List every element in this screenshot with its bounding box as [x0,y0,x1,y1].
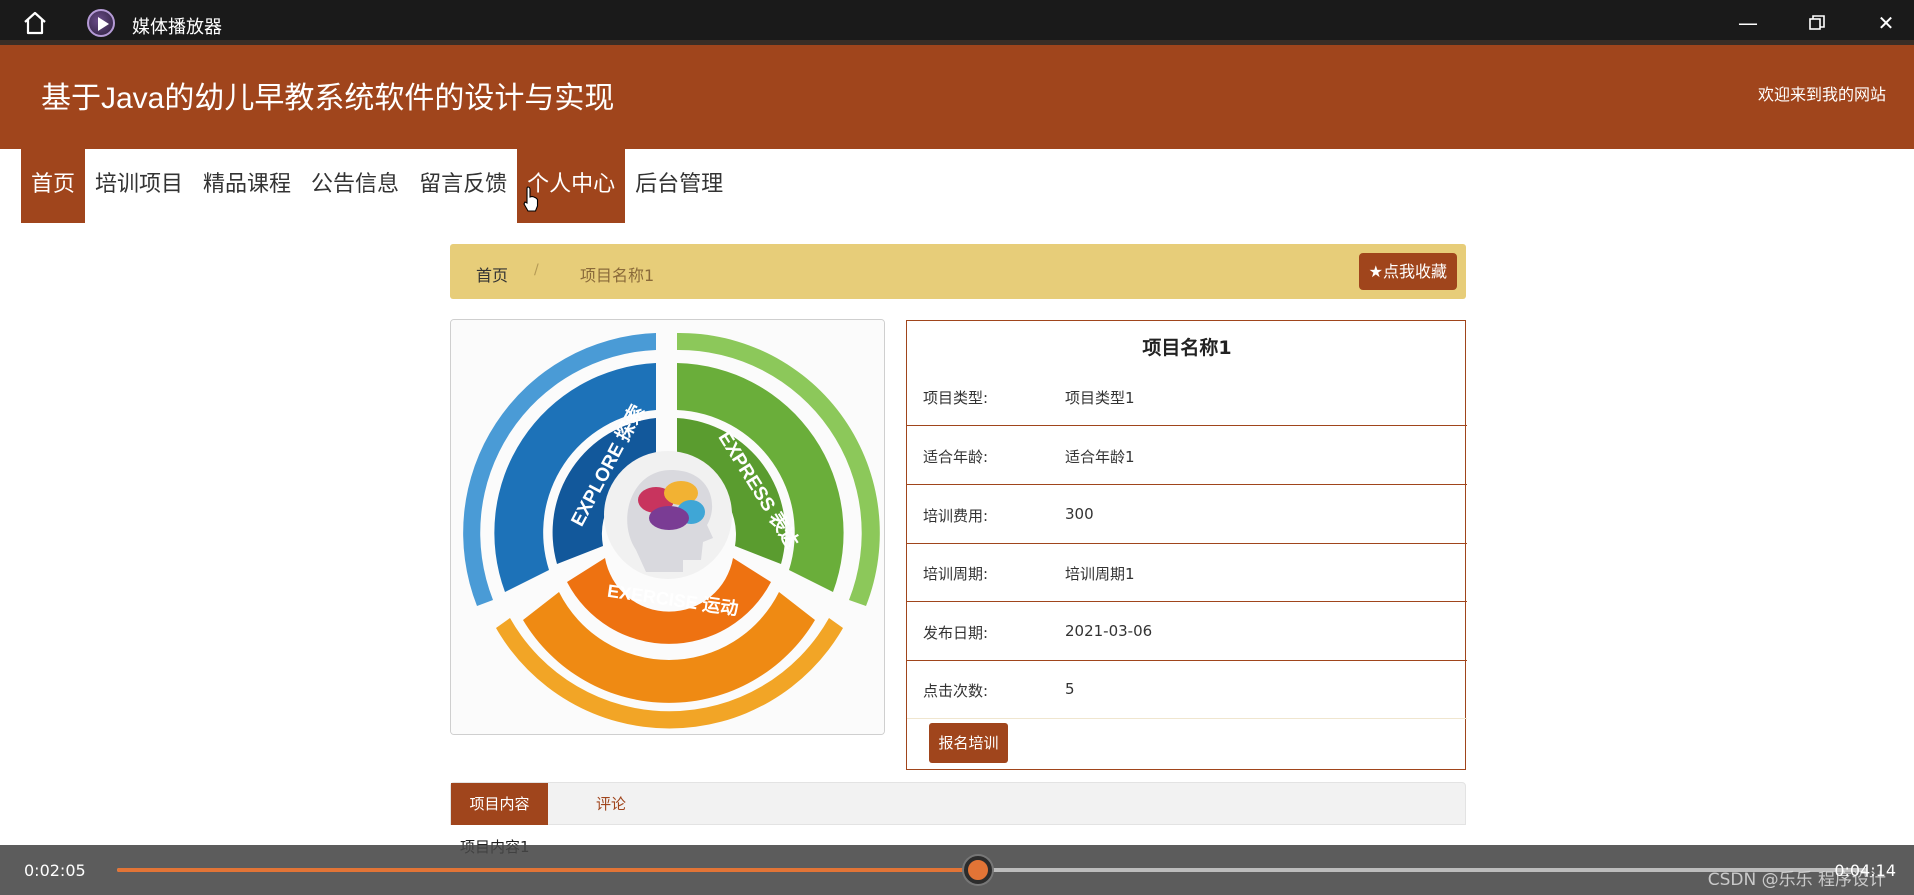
info-row-type: 项目类型: 项目类型1 [907,367,1467,426]
nav-item-courses[interactable]: 精品课程 [193,149,301,223]
total-time: 0:04:14 [1834,861,1896,880]
info-row-period: 培训周期: 培训周期1 [907,543,1467,602]
nav-item-home[interactable]: 首页 [21,149,86,223]
project-image: EXPLORE 探索 EXPRESS 表达 EXERCISE 运动 [450,319,885,735]
tab-project-content[interactable]: 项目内容 [451,783,548,825]
info-value: 培训周期1 [1065,565,1135,583]
favorite-button-label: 点我收藏 [1382,262,1447,281]
info-key: 发布日期: [923,624,989,642]
breadcrumb: 首页 / 项目名称1 ★点我收藏 [450,244,1466,299]
star-icon: ★ [1368,262,1383,281]
window-titlebar: 媒体播放器 — ✕ [0,0,1914,45]
nav-item-notices[interactable]: 公告信息 [301,149,409,223]
seek-bar[interactable] [117,856,1867,884]
seek-bar-progress [117,868,978,872]
nav-item-feedback[interactable]: 留言反馈 [409,149,517,223]
info-value: 2021-03-06 [1065,622,1153,640]
breadcrumb-separator: / [534,262,539,278]
tab-comments[interactable]: 评论 [571,783,651,825]
info-row-clicks: 点击次数: 5 [907,660,1467,719]
info-key: 适合年龄: [923,448,989,466]
current-time: 0:02:05 [24,861,86,880]
breadcrumb-current: 项目名称1 [580,266,655,285]
main-nav: 首页 培训项目 精品课程 公告信息 留言反馈 个人中心 后台管理 [21,149,733,223]
project-title: 项目名称1 [1142,337,1232,359]
education-wheel-graphic: EXPLORE 探索 EXPRESS 表达 EXERCISE 运动 [451,320,884,734]
project-info-panel: 项目名称1 项目类型: 项目类型1 适合年龄: 适合年龄1 培训费用: 300 … [906,320,1467,770]
info-key: 项目类型: [923,389,989,407]
info-row-age: 适合年龄: 适合年龄1 [907,426,1467,485]
content-tabs: 项目内容 评论 [450,782,1466,825]
site-header: 基于Java的幼儿早教系统软件的设计与实现 欢迎来到我的网站 [0,45,1914,149]
home-icon[interactable] [22,11,48,35]
site-title: 基于Java的幼儿早教系统软件的设计与实现 [41,82,615,115]
info-key: 点击次数: [923,682,989,700]
seek-bar-thumb[interactable] [964,856,992,884]
info-value: 适合年龄1 [1065,448,1135,466]
breadcrumb-home-link[interactable]: 首页 [476,262,508,286]
info-row-fee: 培训费用: 300 [907,485,1467,544]
info-value: 项目类型1 [1065,389,1135,407]
media-player-logo-icon [87,9,115,37]
minimize-icon[interactable]: — [1728,8,1768,38]
app-title: 媒体播放器 [132,17,222,38]
info-row-date: 发布日期: 2021-03-06 [907,602,1467,661]
welcome-text: 欢迎来到我的网站 [1757,85,1886,104]
hand-cursor-icon [523,186,539,212]
nav-item-training[interactable]: 培训项目 [85,149,193,223]
favorite-button[interactable]: ★点我收藏 [1358,253,1457,290]
nav-item-admin[interactable]: 后台管理 [625,149,733,223]
info-key: 培训周期: [923,565,989,583]
info-value: 5 [1065,680,1075,698]
info-value: 300 [1065,505,1094,523]
signup-button[interactable]: 报名培训 [929,723,1008,763]
restore-icon[interactable] [1797,8,1837,38]
media-player-controls: 0:02:05 CSDN @乐乐 程序设计 0:04:14 [0,845,1914,895]
info-key: 培训费用: [923,507,989,525]
close-icon[interactable]: ✕ [1866,8,1906,38]
